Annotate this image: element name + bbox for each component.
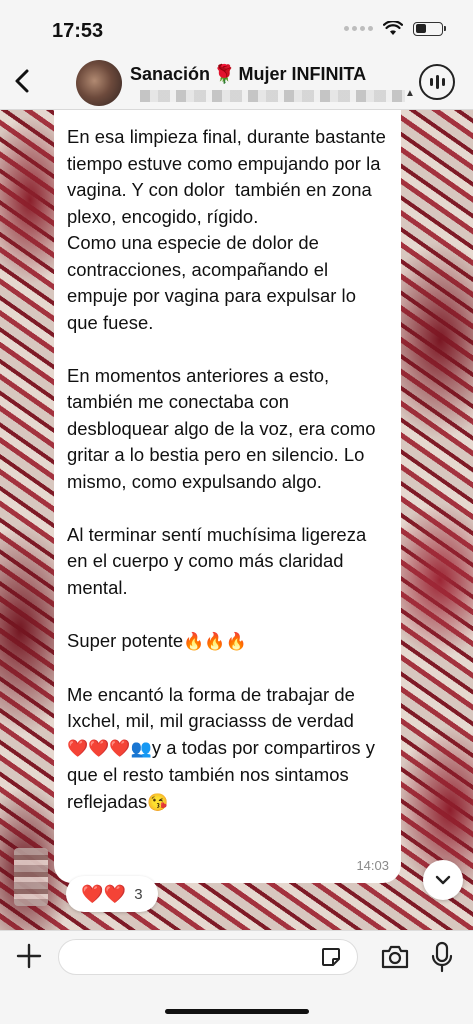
heart-emoji: ❤️❤️❤️ bbox=[67, 738, 131, 758]
chevron-down-icon bbox=[435, 875, 451, 885]
status-icons bbox=[344, 21, 446, 36]
plus-icon[interactable] bbox=[14, 941, 44, 971]
voice-chat-icon[interactable] bbox=[419, 64, 455, 100]
microphone-icon[interactable] bbox=[430, 941, 454, 973]
title-left: Sanación bbox=[130, 64, 211, 84]
message-paragraph: En momentos anteriores a esto, también m… bbox=[67, 364, 381, 492]
battery-icon bbox=[413, 21, 446, 36]
reactions-pill[interactable]: ❤️❤️ 3 bbox=[66, 876, 158, 912]
reaction-hearts: ❤️❤️ bbox=[81, 883, 127, 904]
sticker-icon[interactable] bbox=[320, 946, 342, 968]
scroll-down-button[interactable] bbox=[423, 860, 463, 900]
group-avatar[interactable] bbox=[76, 60, 122, 106]
fire-emoji: 🔥🔥🔥 bbox=[183, 631, 247, 651]
message-paragraph-last: Me encantó la forma de trabajar de Ixche… bbox=[67, 683, 381, 812]
signal-icon bbox=[344, 26, 373, 31]
message-composer bbox=[0, 930, 473, 1024]
reaction-count: 3 bbox=[134, 885, 143, 903]
blurred-members-list bbox=[140, 90, 405, 102]
title-right: Mujer INFINITA bbox=[238, 64, 367, 84]
camera-icon[interactable] bbox=[380, 943, 410, 971]
home-indicator bbox=[165, 1009, 309, 1014]
message-bubble[interactable]: En esa limpieza final, durante bastante … bbox=[54, 110, 401, 883]
rose-icon: 🌹 bbox=[213, 64, 236, 84]
message-paragraph: Al terminar sentí muchísima ligereza en … bbox=[67, 523, 372, 598]
wifi-icon bbox=[383, 21, 403, 35]
message-text: En esa limpieza final, durante bastante … bbox=[67, 124, 387, 816]
message-paragraph-super: Super potente🔥🔥🔥 bbox=[67, 629, 247, 651]
people-emoji: 👥 bbox=[130, 738, 152, 758]
caret-up-icon: ▲ bbox=[405, 88, 415, 99]
sender-avatar[interactable] bbox=[14, 848, 48, 906]
message-time: 14:03 bbox=[356, 858, 389, 873]
back-arrow-icon[interactable] bbox=[8, 66, 38, 96]
status-time: 17:53 bbox=[52, 20, 104, 42]
chat-header: 17:53 Sanación 🌹 Mujer INFINITA ▲ bbox=[0, 0, 473, 110]
message-input[interactable] bbox=[58, 939, 358, 975]
message-paragraph: En esa limpieza final, durante bastante … bbox=[67, 126, 386, 333]
kiss-emoji: 😘 bbox=[147, 792, 169, 812]
chat-title[interactable]: Sanación 🌹 Mujer INFINITA bbox=[130, 64, 366, 85]
